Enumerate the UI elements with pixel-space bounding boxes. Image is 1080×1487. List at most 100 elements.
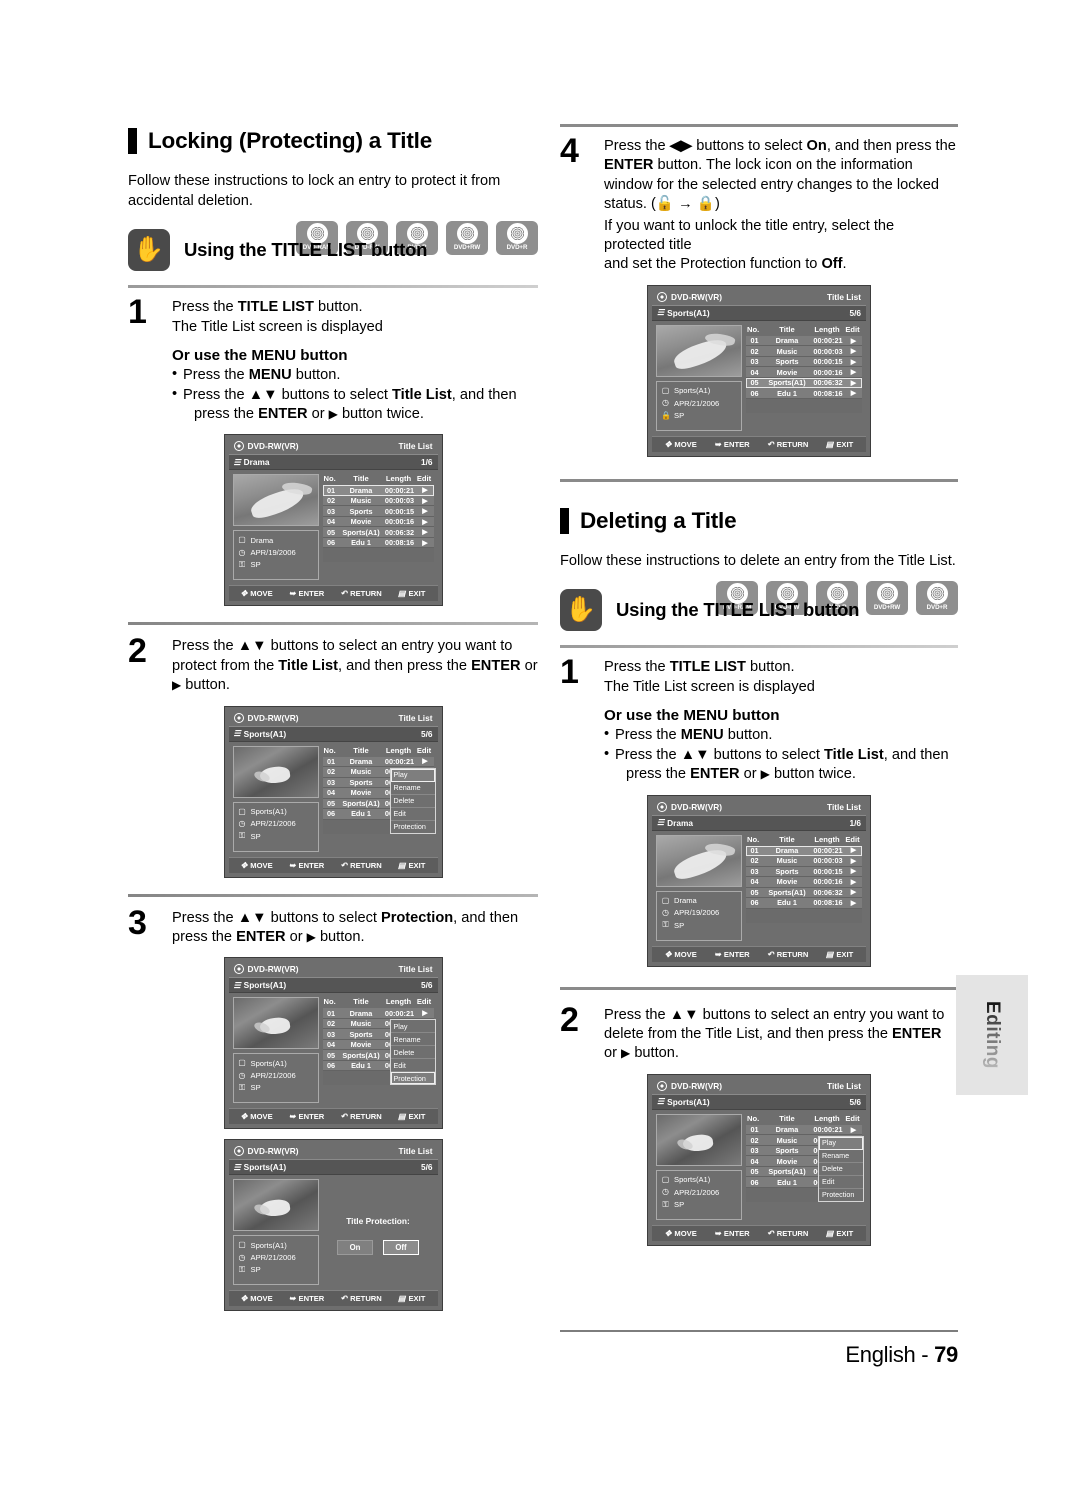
table-row[interactable]: 01 Drama 00:00:21 ▶	[746, 335, 862, 347]
enter-icon: ➥	[288, 589, 296, 599]
enter-hint: ➥ ENTER	[288, 1294, 325, 1304]
col-title: Title	[779, 834, 795, 844]
play-arrow-icon[interactable]: ▶	[417, 507, 434, 515]
tv-screen-context-menu-deleting: DVD-RW(VR) Title List ☰ Sports(A1) 5/6 ▢ S…	[647, 1073, 871, 1246]
clock-icon: ◷	[662, 398, 669, 408]
play-arrow-icon[interactable]: ▶	[845, 888, 862, 896]
col-title: Title	[353, 474, 369, 484]
protection-off-button[interactable]: Off	[383, 1239, 419, 1255]
info-name-row: ▢ Drama	[238, 534, 314, 546]
menu-item-play[interactable]: Play	[819, 1136, 863, 1150]
table-row[interactable]: 03 Sports 00:00:15 ▶	[746, 356, 862, 368]
play-arrow-icon[interactable]: ▶	[845, 846, 862, 854]
play-arrow-icon[interactable]: ▶	[845, 1126, 862, 1134]
menu-item-rename[interactable]: Rename	[390, 781, 435, 795]
table-row[interactable]: 03 Sports 00:00:15 ▶	[746, 866, 862, 878]
tv-current-title: ☰ Sports(A1)	[657, 1097, 710, 1107]
step-note-line-1: If you want to unlock the title entry, s…	[604, 217, 895, 254]
info-mode-row: ⚿ SP	[238, 830, 314, 842]
play-arrow-icon[interactable]: ▶	[845, 358, 862, 366]
play-arrow-icon[interactable]: ▶	[845, 878, 862, 886]
return-hint: ↶ RETURN	[340, 1112, 382, 1122]
tv-header: DVD-RW(VR) Title List	[652, 800, 866, 815]
play-arrow-icon[interactable]: ▶	[417, 757, 434, 765]
table-row[interactable]: 06 Edu 1 00:08:16 ▶	[746, 388, 862, 399]
divider	[560, 645, 958, 649]
play-arrow-icon[interactable]: ▶	[845, 899, 862, 907]
dpad-icon: ✥	[240, 860, 248, 870]
return-hint: ↶ RETURN	[340, 1294, 382, 1304]
menu-item-play[interactable]: Play	[390, 768, 435, 782]
menu-item-protection[interactable]: Protection	[390, 1072, 435, 1085]
menu-item-rename[interactable]: Rename	[819, 1149, 863, 1163]
table-row[interactable]: 01 Drama 00:00:21 ▶	[322, 485, 434, 496]
col-edit: Edit	[416, 745, 432, 755]
menu-item-edit[interactable]: Edit	[819, 1175, 863, 1189]
play-arrow-icon[interactable]: ▶	[845, 867, 862, 875]
table-row[interactable]: 05 Sports(A1) 00:06:32 ▶	[746, 377, 862, 389]
table-row[interactable]: 03 Sports 00:00:15 ▶	[322, 506, 434, 517]
protection-on-button[interactable]: On	[337, 1239, 373, 1255]
play-arrow-icon[interactable]: ▶	[417, 518, 434, 526]
menu-item-play[interactable]: Play	[390, 1020, 435, 1034]
footer-rule	[560, 1330, 958, 1332]
play-arrow-icon[interactable]: ▶	[845, 379, 862, 387]
menu-item-rename[interactable]: Rename	[390, 1033, 435, 1047]
left-column: Locking (Protecting) a Title Follow thes…	[128, 128, 538, 1312]
page-number: English - 79	[560, 1342, 958, 1368]
table-row[interactable]: 05 Sports(A1) 00:06:32 ▶	[746, 887, 862, 899]
tv-screen-5-wrap: DVD-RW(VR) Title List ☰ Sports(A1) 5/6 ▢ S…	[560, 284, 958, 457]
disc-dot-icon	[233, 441, 244, 452]
t: Press the	[615, 727, 681, 744]
table-row[interactable]: 01 Drama 00:00:21 ▶	[746, 845, 862, 857]
menu-item-protection[interactable]: Protection	[390, 820, 435, 833]
play-arrow-icon[interactable]: ▶	[845, 368, 862, 376]
tv-list-pane: No. Title Length Edit 01 Drama 00:00:21 ▶ 0…	[746, 325, 862, 431]
table-row[interactable]: 02 Music 00:00:03 ▶	[746, 856, 862, 867]
table-row[interactable]: 05 Sports(A1) 00:06:32 ▶	[322, 527, 434, 538]
play-arrow-icon[interactable]: ▶	[417, 497, 434, 505]
t: or	[520, 657, 538, 674]
info-date-row: ◷ APR/21/2006	[661, 1186, 737, 1198]
menu-item-protection[interactable]: Protection	[819, 1188, 863, 1201]
table-row[interactable]: 06 Edu 1 00:08:16 ▶	[746, 898, 862, 909]
thumbnail-image	[232, 1179, 319, 1232]
table-row[interactable]: 02 Music 00:00:03 ▶	[746, 346, 862, 357]
play-arrow-icon[interactable]: ▶	[417, 486, 434, 494]
enter-hint: ➥ ENTER	[714, 949, 750, 959]
table-row[interactable]: 06 Edu 1 00:08:16 ▶	[322, 537, 434, 549]
menu-item-delete[interactable]: Delete	[819, 1162, 863, 1176]
play-arrow-icon[interactable]: ▶	[845, 857, 862, 865]
tv-body: ▢ Sports(A1) ◷ APR/21/2006 🔒 SP No. Title L…	[652, 321, 866, 433]
table-row[interactable]: 04 Movie 00:00:16 ▶	[322, 516, 434, 528]
info-name-row: ▢ Sports(A1)	[238, 1239, 314, 1251]
play-arrow-icon[interactable]: ▶	[845, 337, 862, 345]
tv-counter: 5/6	[420, 728, 433, 739]
play-arrow-icon[interactable]: ▶	[417, 1009, 434, 1017]
menu-item-edit[interactable]: Edit	[390, 1059, 435, 1073]
t: Press the	[604, 138, 670, 154]
col-no: No.	[323, 997, 336, 1007]
dpad-icon: ✥	[664, 949, 672, 959]
table-row[interactable]: 04 Movie 00:00:16 ▶	[746, 877, 862, 888]
disc-label: DVD+RW	[873, 604, 901, 612]
table-row[interactable]: 04 Movie 00:00:16 ▶	[746, 367, 862, 378]
table-row[interactable]: 01 Drama 00:00:21 ▶	[746, 1124, 862, 1136]
menu-item-delete[interactable]: Delete	[390, 1046, 435, 1060]
tv-current-title: ☰ Sports(A1)	[234, 1162, 287, 1172]
table-row[interactable]: 02 Music 00:00:03 ▶	[322, 495, 434, 507]
col-edit: Edit	[845, 834, 860, 844]
menu-item-edit[interactable]: Edit	[390, 807, 435, 821]
play-arrow-icon[interactable]: ▶	[845, 389, 862, 397]
info-mode-row: ⚿ SP	[238, 559, 314, 571]
table-row[interactable]: 01 Drama 00:00:21 ▶	[322, 756, 434, 768]
tv-current-title: ☰ Sports(A1)	[234, 980, 287, 990]
right-arrow-icon: ▶	[621, 1046, 631, 1061]
table-row[interactable]: 01 Drama 00:00:21 ▶	[322, 1008, 434, 1019]
play-arrow-icon[interactable]: ▶	[417, 539, 434, 547]
menu-item-delete[interactable]: Delete	[390, 794, 435, 808]
play-arrow-icon[interactable]: ▶	[845, 347, 862, 355]
tv-title-text: Sports(A1)	[243, 1162, 287, 1173]
play-arrow-icon[interactable]: ▶	[417, 528, 434, 536]
section-intro: Follow these instructions to lock an ent…	[128, 173, 501, 209]
